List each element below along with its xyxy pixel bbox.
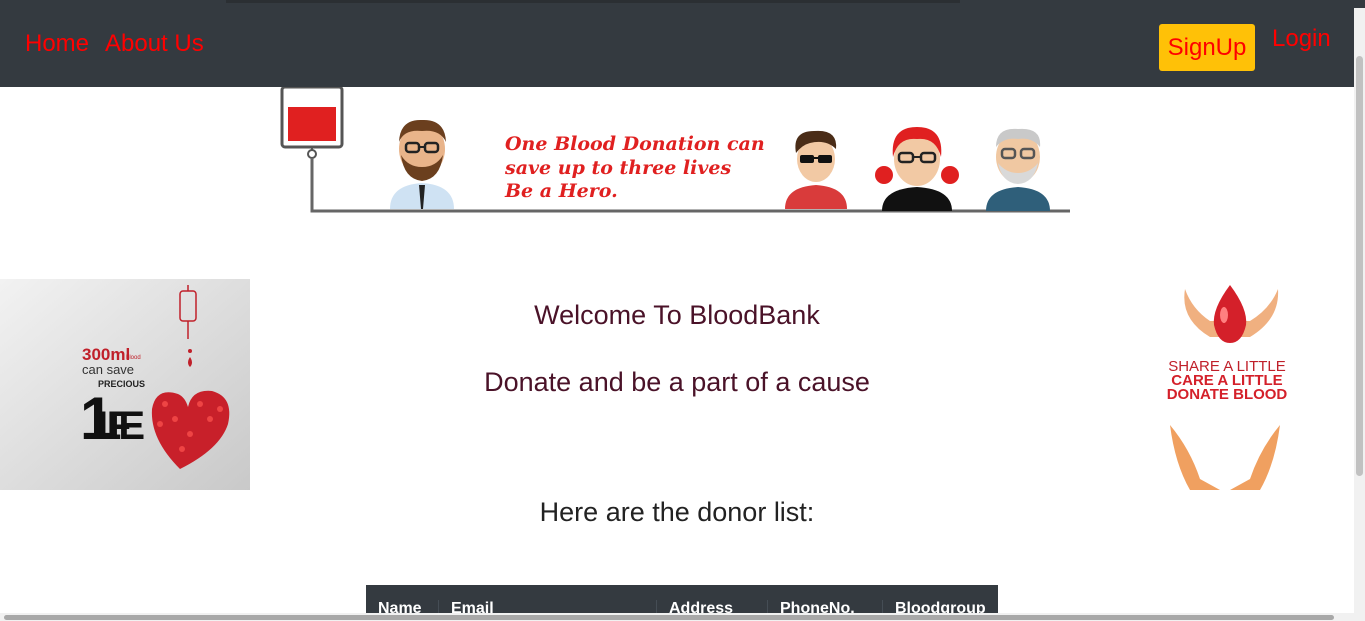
life-text: LIFE xyxy=(97,404,145,448)
elderly-man-avatar-icon xyxy=(986,128,1050,211)
browser-top-strip xyxy=(0,0,1365,8)
donor-list-heading: Here are the donor list: xyxy=(539,497,815,527)
table-header-email: Email xyxy=(438,600,656,613)
banner-text-line2: save up to three lives xyxy=(504,157,731,179)
vertical-scrollbar[interactable] xyxy=(1354,8,1365,621)
nav-login-link[interactable]: Login xyxy=(1272,25,1331,53)
nav-about-link[interactable]: About Us xyxy=(105,30,204,58)
nav-home-link[interactable]: Home xyxy=(25,30,89,58)
blood-donation-banner: One Blood Donation can save up to three … xyxy=(280,87,1070,213)
navbar: Home About Us SignUp Login xyxy=(0,8,1354,87)
tagline-heading: Donate and be a part of a cause xyxy=(484,367,870,397)
unit-text: blood xyxy=(126,355,141,361)
table-header-name: Name xyxy=(378,600,422,613)
table-header-address: Address xyxy=(656,600,767,613)
red-haired-woman-avatar-icon xyxy=(875,127,959,211)
table-header-bloodgroup: Bloodgroup xyxy=(882,600,998,613)
banner-text-line1: One Blood Donation can xyxy=(505,133,765,155)
signup-button[interactable]: SignUp xyxy=(1159,24,1255,71)
sunglasses-man-avatar-icon xyxy=(785,130,847,209)
address-bar-edge xyxy=(226,0,960,3)
horizontal-scrollbar-thumb[interactable] xyxy=(4,615,1334,620)
welcome-heading: Welcome To BloodBank xyxy=(534,300,820,330)
banner-text-line3: Be a Hero. xyxy=(504,180,618,202)
donor-table: Name Email Address PhoneNo. Bloodgroup xyxy=(366,585,998,613)
vertical-scrollbar-thumb[interactable] xyxy=(1356,56,1363,476)
table-header-phone: PhoneNo. xyxy=(767,600,882,613)
bearded-man-avatar-icon xyxy=(390,119,454,209)
horizontal-scrollbar[interactable] xyxy=(0,613,1354,621)
